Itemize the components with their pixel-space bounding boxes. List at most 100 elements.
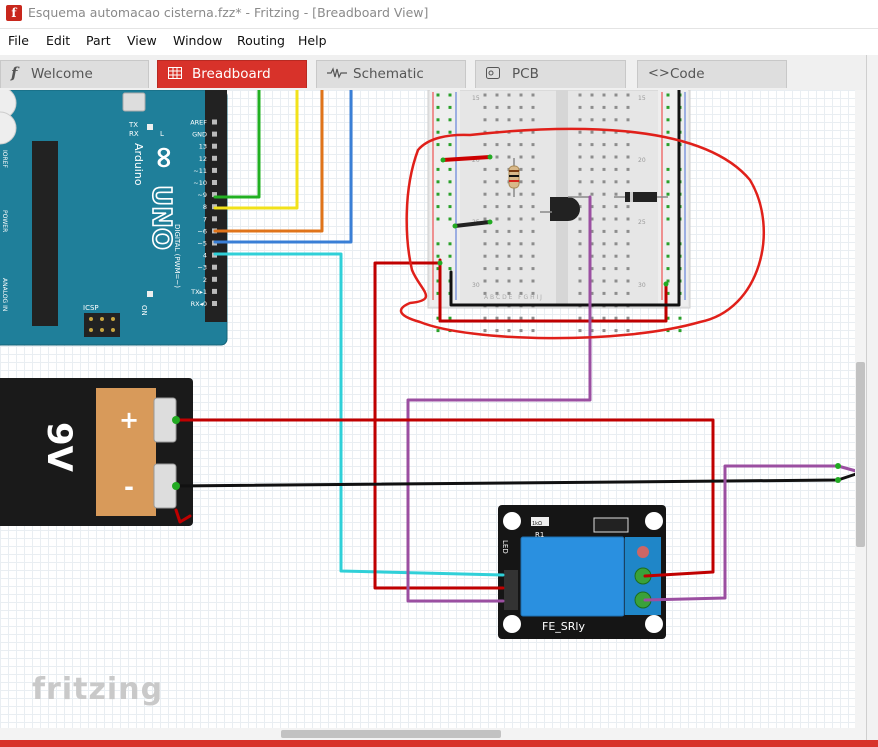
arduino-header-pin[interactable] (212, 167, 217, 173)
breadboard-hole[interactable] (531, 118, 535, 122)
breadboard-hole[interactable] (519, 192, 523, 196)
breadboard-rail-hole[interactable] (666, 205, 670, 209)
breadboard-hole[interactable] (531, 267, 535, 271)
breadboard-hole[interactable] (602, 329, 606, 333)
breadboard-hole[interactable] (495, 316, 499, 320)
breadboard-hole[interactable] (590, 105, 594, 109)
breadboard-hole[interactable] (519, 205, 523, 209)
breadboard-rail-hole[interactable] (436, 167, 440, 171)
breadboard-hole[interactable] (483, 279, 487, 283)
breadboard-hole[interactable] (578, 105, 582, 109)
breadboard-rail-hole[interactable] (448, 93, 452, 97)
breadboard-hole[interactable] (531, 254, 535, 258)
breadboard-rail-hole[interactable] (448, 143, 452, 147)
breadboard-hole[interactable] (519, 217, 523, 221)
breadboard-hole[interactable] (626, 254, 630, 258)
breadboard-hole[interactable] (578, 242, 582, 246)
breadboard-hole[interactable] (495, 205, 499, 209)
breadboard-hole[interactable] (602, 279, 606, 283)
breadboard-hole[interactable] (507, 205, 511, 209)
breadboard-rail-hole[interactable] (448, 316, 452, 320)
breadboard-rail-hole[interactable] (448, 205, 452, 209)
breadboard-rail-hole[interactable] (448, 217, 452, 221)
breadboard-hole[interactable] (602, 291, 606, 295)
breadboard-rail-hole[interactable] (448, 254, 452, 258)
menu-routing[interactable]: Routing (237, 33, 285, 48)
breadboard-hole[interactable] (495, 229, 499, 233)
breadboard-hole[interactable] (590, 130, 594, 134)
breadboard-hole[interactable] (578, 254, 582, 258)
breadboard-hole[interactable] (495, 217, 499, 221)
breadboard-rail-hole[interactable] (666, 217, 670, 221)
breadboard-hole[interactable] (507, 192, 511, 196)
breadboard-rail-hole[interactable] (436, 130, 440, 134)
breadboard-hole[interactable] (531, 217, 535, 221)
breadboard-hole[interactable] (578, 93, 582, 97)
breadboard-rail-hole[interactable] (436, 217, 440, 221)
breadboard-hole[interactable] (531, 279, 535, 283)
breadboard-hole[interactable] (495, 93, 499, 97)
breadboard-hole[interactable] (495, 180, 499, 184)
breadboard-hole[interactable] (519, 329, 523, 333)
breadboard-hole[interactable] (483, 143, 487, 147)
breadboard-rail-hole[interactable] (666, 93, 670, 97)
breadboard-hole[interactable] (483, 229, 487, 233)
breadboard-hole[interactable] (614, 93, 618, 97)
breadboard-rail-hole[interactable] (436, 242, 440, 246)
breadboard-hole[interactable] (614, 279, 618, 283)
breadboard-hole[interactable] (614, 192, 618, 196)
tab-pcb[interactable]: PCB (475, 60, 626, 88)
breadboard-hole[interactable] (519, 143, 523, 147)
breadboard-canvas[interactable]: 15 20 25 30 15 20 25 30 A B C D E F G H … (0, 90, 866, 742)
breadboard-hole[interactable] (602, 242, 606, 246)
breadboard-hole[interactable] (626, 167, 630, 171)
arduino-header-pin[interactable] (212, 264, 217, 270)
breadboard-rail-hole[interactable] (436, 118, 440, 122)
breadboard-hole[interactable] (531, 316, 535, 320)
breadboard-hole[interactable] (626, 267, 630, 271)
breadboard-hole[interactable] (602, 180, 606, 184)
breadboard-hole[interactable] (483, 267, 487, 271)
breadboard-hole[interactable] (483, 192, 487, 196)
breadboard-hole[interactable] (614, 180, 618, 184)
breadboard-rail-hole[interactable] (448, 267, 452, 271)
breadboard-hole[interactable] (614, 267, 618, 271)
breadboard-hole[interactable] (531, 130, 535, 134)
breadboard-rail-hole[interactable] (666, 242, 670, 246)
breadboard-hole[interactable] (614, 254, 618, 258)
breadboard-hole[interactable] (614, 316, 618, 320)
breadboard-rail-hole[interactable] (448, 130, 452, 134)
breadboard-hole[interactable] (578, 229, 582, 233)
breadboard-hole[interactable] (507, 105, 511, 109)
breadboard-hole[interactable] (519, 279, 523, 283)
breadboard-hole[interactable] (614, 242, 618, 246)
breadboard-hole[interactable] (614, 118, 618, 122)
arduino-header-pin[interactable] (212, 143, 217, 149)
breadboard-hole[interactable] (507, 279, 511, 283)
breadboard-rail-hole[interactable] (436, 105, 440, 109)
tab-schematic[interactable]: Schematic (316, 60, 466, 88)
breadboard-hole[interactable] (614, 167, 618, 171)
breadboard-hole[interactable] (519, 316, 523, 320)
breadboard-hole[interactable] (614, 291, 618, 295)
breadboard-hole[interactable] (507, 118, 511, 122)
arduino-header-pin[interactable] (212, 276, 217, 282)
breadboard-hole[interactable] (578, 279, 582, 283)
breadboard-hole[interactable] (507, 329, 511, 333)
breadboard-hole[interactable] (578, 180, 582, 184)
breadboard-rail-hole[interactable] (448, 167, 452, 171)
menu-window[interactable]: Window (173, 33, 222, 48)
breadboard-hole[interactable] (531, 192, 535, 196)
breadboard-hole[interactable] (578, 143, 582, 147)
breadboard-hole[interactable] (495, 279, 499, 283)
breadboard-rail-hole[interactable] (436, 180, 440, 184)
breadboard-hole[interactable] (578, 217, 582, 221)
breadboard-rail-hole[interactable] (448, 242, 452, 246)
breadboard-hole[interactable] (483, 167, 487, 171)
breadboard-rail-hole[interactable] (666, 105, 670, 109)
breadboard-hole[interactable] (590, 118, 594, 122)
breadboard-hole[interactable] (495, 329, 499, 333)
breadboard-hole[interactable] (483, 118, 487, 122)
breadboard-hole[interactable] (602, 205, 606, 209)
breadboard-hole[interactable] (626, 242, 630, 246)
